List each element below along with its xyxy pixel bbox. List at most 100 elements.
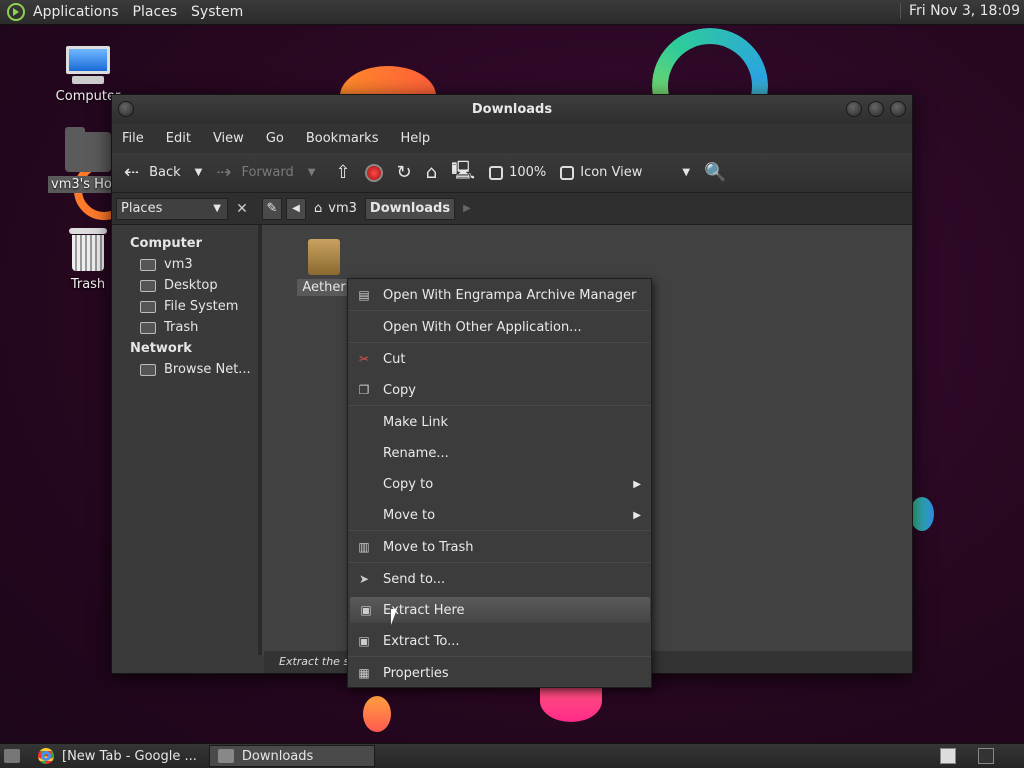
menu-view[interactable]: View (213, 131, 244, 146)
view-mode-select[interactable]: Icon View (580, 165, 642, 180)
menu-item-copy[interactable]: ❐ Copy (348, 377, 651, 403)
wallpaper-orange-drop (363, 696, 391, 732)
send-icon: ➤ (358, 572, 370, 586)
taskbar-item-label: [New Tab - Google ... (62, 748, 197, 764)
sidebar-item-label: Desktop (164, 278, 218, 293)
close-button[interactable] (890, 101, 906, 117)
places-select-label: Places (121, 201, 163, 216)
menu-item-label: Move to (383, 507, 436, 523)
menu-help[interactable]: Help (400, 131, 430, 146)
menu-file[interactable]: File (122, 131, 144, 146)
menu-separator (348, 656, 651, 657)
path-button-vm3[interactable]: ⌂ vm3 (310, 198, 361, 220)
scissors-icon: ✂ (358, 352, 370, 366)
menu-edit[interactable]: Edit (166, 131, 191, 146)
path-scroll-left-button[interactable]: ◀ (286, 197, 306, 220)
back-button[interactable]: ⇠ Back ▼ (124, 162, 202, 183)
location-bar: Places ▼ ✕ ✎ ◀ ⌂ vm3 Downloads ▶ (112, 193, 912, 225)
sidebar-item-trash[interactable]: Trash (112, 317, 258, 338)
trash-icon (140, 321, 156, 334)
menu-item-move-to[interactable]: Move to ▶ (348, 502, 651, 528)
reload-icon: ↻ (396, 162, 412, 183)
sidebar-item-file-system[interactable]: File System (112, 296, 258, 317)
system-menu[interactable]: System (191, 4, 243, 20)
path-scroll-right-button[interactable]: ▶ (459, 198, 475, 220)
menu-item-label: Open With Engrampa Archive Manager (383, 287, 637, 303)
taskbar-item-chrome[interactable]: [New Tab - Google ... (30, 745, 205, 767)
home-icon: ⌂ (425, 162, 438, 183)
zoom-level: 100% (509, 165, 547, 180)
reload-button[interactable]: ↻ (397, 162, 412, 183)
menu-item-move-to-trash[interactable]: ▥ Move to Trash (348, 534, 651, 560)
toggle-location-entry-button[interactable]: ✎ (262, 197, 282, 220)
menu-item-open-with-engrampa[interactable]: ▤ Open With Engrampa Archive Manager (348, 282, 651, 308)
places-menu[interactable]: Places (133, 4, 178, 20)
menu-item-label: Properties (383, 665, 449, 681)
sidebar-places-select[interactable]: Places ▼ (116, 197, 228, 220)
extract-icon: ▣ (360, 603, 372, 617)
sidebar-item-desktop[interactable]: Desktop (112, 275, 258, 296)
menu-item-make-link[interactable]: Make Link (348, 409, 651, 435)
minimize-button[interactable] (846, 101, 862, 117)
home-folder-icon (140, 258, 156, 271)
zoom-in-icon (560, 165, 575, 180)
toolbar: ⇠ Back ▼ ⇢ Forward ▼ ⇧ ↻ ⌂ 🖳 100% Icon V… (112, 153, 912, 193)
menu-bookmarks[interactable]: Bookmarks (306, 131, 379, 146)
window-title: Downloads (471, 102, 553, 117)
menu-item-open-with-other[interactable]: Open With Other Application... (348, 314, 651, 340)
workspace-2-icon[interactable] (978, 748, 994, 764)
home-folder-icon (65, 127, 111, 172)
computer-icon (64, 46, 112, 84)
menu-item-send-to[interactable]: ➤ Send to... (348, 566, 651, 592)
menu-item-label: Open With Other Application... (383, 319, 582, 335)
taskbar-item-label: Downloads (241, 748, 314, 764)
menu-item-copy-to[interactable]: Copy to ▶ (348, 471, 651, 497)
menu-item-properties[interactable]: ▦ Properties (348, 660, 651, 686)
zoom-out-button[interactable]: 100% (489, 165, 546, 180)
window-titlebar[interactable]: Downloads (112, 95, 912, 124)
search-button[interactable]: 🔍 (704, 162, 726, 183)
stop-button[interactable] (364, 163, 383, 182)
window-menu-button[interactable] (118, 101, 134, 117)
menu-item-label: Make Link (383, 414, 448, 430)
maximize-button[interactable] (868, 101, 884, 117)
menu-item-label: Copy (383, 382, 416, 398)
sidebar-section-computer: Computer (130, 236, 203, 251)
clock[interactable]: Fri Nov 3, 18:09 (899, 3, 1020, 19)
sidebar-item-browse-network[interactable]: Browse Net... (112, 359, 258, 380)
back-arrow-icon: ⇠ (124, 162, 140, 183)
menu-item-rename[interactable]: Rename... (348, 440, 651, 466)
home-button[interactable]: ⌂ (426, 162, 437, 183)
menu-item-label: Rename... (383, 445, 449, 461)
close-sidebar-icon[interactable]: ✕ (232, 199, 252, 219)
up-button[interactable]: ⇧ (335, 162, 350, 183)
file-item-aether[interactable]: Aether (294, 239, 354, 296)
forward-button[interactable]: ⇢ Forward ▼ (216, 162, 315, 183)
chevron-left-icon: ◀ (292, 203, 300, 214)
taskbar-item-downloads[interactable]: Downloads (208, 745, 375, 767)
path-button-downloads[interactable]: Downloads (364, 197, 456, 220)
menu-separator (348, 310, 651, 311)
sidebar-item-vm3[interactable]: vm3 (112, 254, 258, 275)
menu-separator (348, 530, 651, 531)
back-label: Back (149, 165, 181, 180)
menu-item-extract-to[interactable]: ▣ Extract To... (348, 628, 651, 654)
submenu-arrow-icon: ▶ (633, 478, 641, 490)
workspace-1-icon[interactable] (940, 748, 956, 764)
back-history-dropdown-icon[interactable]: ▼ (195, 167, 203, 178)
computer-button[interactable]: 🖳 (451, 158, 475, 188)
menu-item-cut[interactable]: ✂ Cut (348, 346, 651, 372)
path-label: Downloads (369, 201, 451, 216)
view-mode-dropdown-icon[interactable]: ▼ (682, 167, 690, 178)
menu-item-label: Cut (383, 351, 406, 367)
search-icon: 🔍 (704, 162, 727, 183)
mate-logo-icon[interactable] (7, 3, 25, 21)
show-desktop-icon[interactable] (4, 749, 20, 763)
menu-go[interactable]: Go (266, 131, 284, 146)
context-menu: ▤ Open With Engrampa Archive Manager Open… (347, 278, 652, 688)
forward-history-dropdown-icon[interactable]: ▼ (308, 167, 316, 178)
zoom-in-button[interactable]: Icon View ▼ (560, 165, 690, 180)
menu-separator (348, 342, 651, 343)
bottom-taskbar: [New Tab - Google ... Downloads (0, 743, 1024, 768)
applications-menu[interactable]: Applications (33, 4, 119, 20)
